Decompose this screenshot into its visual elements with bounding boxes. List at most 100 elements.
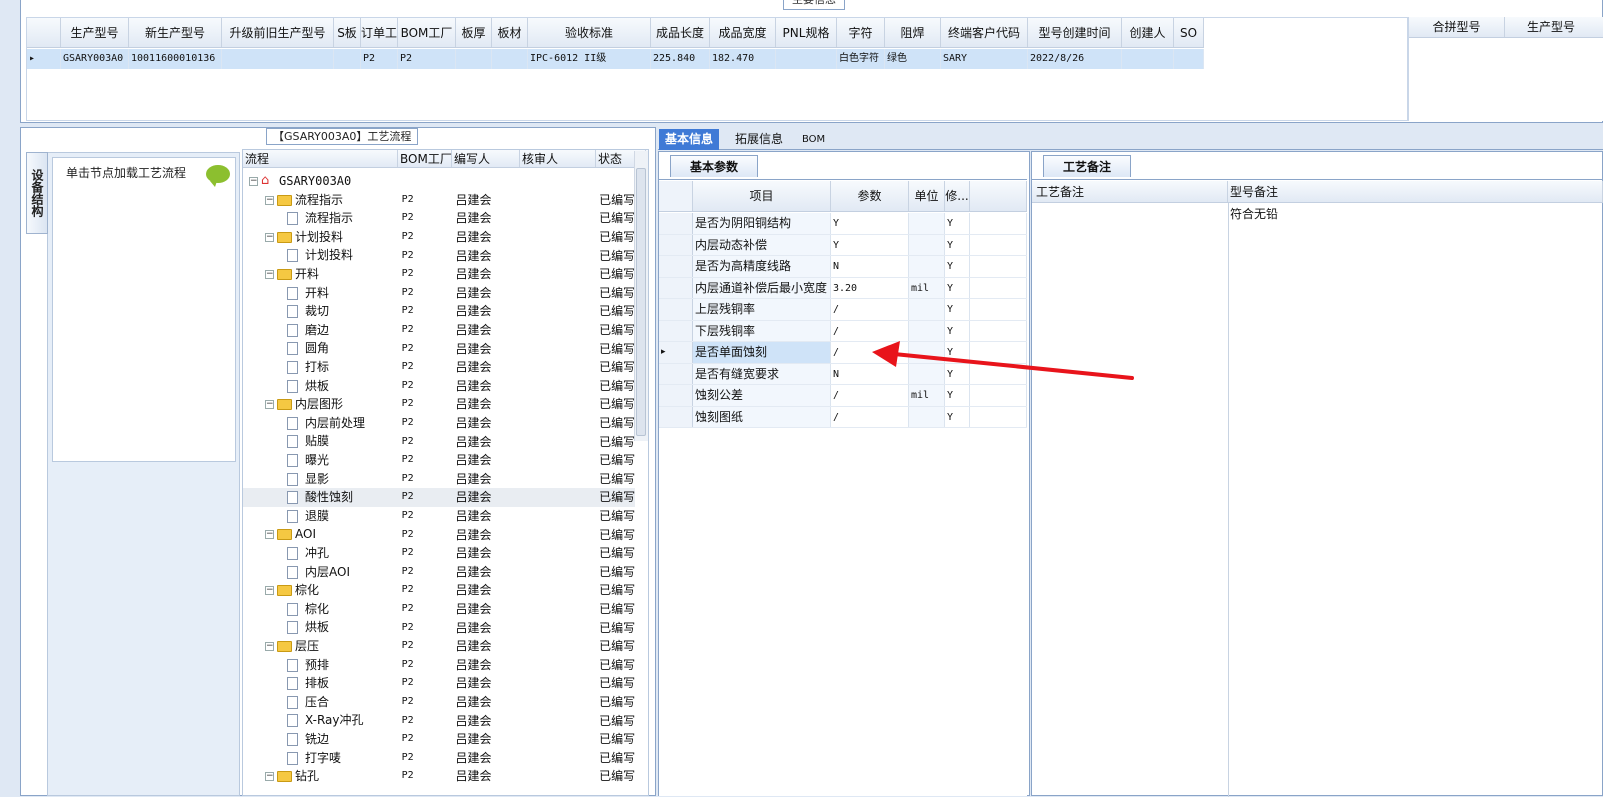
param-modified[interactable]: Y [945,277,970,298]
table-row[interactable]: 是否为阴阳铜结构 Y Y [659,213,1027,235]
param-modified[interactable]: Y [945,256,970,277]
tree-node[interactable]: 冲孔 P2 吕建会 已编写 [243,544,635,563]
collapse-icon[interactable]: − [249,177,258,186]
tree-column-header[interactable]: 流程 [243,150,398,167]
param-value[interactable]: 3.20 [831,277,909,298]
tab-extended-info[interactable]: 拓展信息 [729,129,789,150]
param-item[interactable]: 内层通道补偿后最小宽度 [693,277,831,298]
table-row[interactable]: 蚀刻公差 / mil Y [659,385,1027,407]
param-item[interactable]: 内层动态补偿 [693,234,831,255]
column-header[interactable]: 工艺备注 [1032,181,1228,202]
param-modified[interactable]: Y [945,299,970,320]
param-modified[interactable]: Y [945,406,970,427]
param-value[interactable]: / [831,385,909,406]
param-item[interactable]: 是否有缝宽要求 [693,363,831,384]
param-item[interactable]: 是否为高精度线路 [693,256,831,277]
grid-cell[interactable] [492,49,528,69]
tree-node[interactable]: 酸性蚀刻 P2 吕建会 已编写 [243,488,635,507]
param-value[interactable]: / [831,406,909,427]
tree-node[interactable]: 打标 P2 吕建会 已编写 [243,358,635,377]
tree-node[interactable]: 裁切 P2 吕建会 已编写 [243,302,635,321]
collapse-icon[interactable]: − [265,530,274,540]
param-value[interactable]: / [831,342,909,363]
tree-node[interactable]: 铣边 P2 吕建会 已编写 [243,730,635,749]
collapse-icon[interactable]: − [265,642,274,651]
tree-node[interactable]: − 开料 P2 吕建会 已编写 [243,265,635,284]
tree-node[interactable]: 压合 P2 吕建会 已编写 [243,693,635,712]
param-item[interactable]: 下层残铜率 [693,320,831,341]
column-header[interactable]: 新生产型号 [129,18,222,47]
collapse-icon[interactable]: − [265,772,274,782]
grid-cell[interactable]: 2022/8/26 [1028,49,1122,69]
tree-node[interactable]: − 钻孔 P2 吕建会 已编写 [243,767,635,786]
column-header[interactable]: SO [1174,18,1204,47]
column-header[interactable]: 板厚 [456,18,492,47]
tree-node[interactable]: 开料 P2 吕建会 已编写 [243,284,635,303]
param-value[interactable]: N [831,256,909,277]
tree-node[interactable]: − 计划投料 P2 吕建会 已编写 [243,228,635,247]
tree-column-header[interactable]: BOM工厂 [398,150,452,167]
param-modified[interactable]: Y [945,213,970,234]
tree-node[interactable]: 圆角 P2 吕建会 已编写 [243,339,635,358]
tree-column-header[interactable]: 编写人 [452,150,520,167]
tree-node[interactable]: 流程指示 P2 吕建会 已编写 [243,209,635,228]
param-unit[interactable]: mil [909,385,945,406]
param-value[interactable]: Y [831,213,909,234]
tree-node[interactable]: − 层压 P2 吕建会 已编写 [243,637,635,656]
param-item[interactable]: 是否为阴阳铜结构 [693,213,831,234]
collapse-icon[interactable]: − [265,400,274,410]
param-modified[interactable]: Y [945,234,970,255]
tab-basic-info[interactable]: 基本信息 [659,129,720,150]
param-unit[interactable] [909,299,945,320]
tree-node[interactable]: 预排 P2 吕建会 已编写 [243,656,635,675]
grid-cell[interactable] [776,49,837,69]
tree-node[interactable]: X-Ray冲孔 P2 吕建会 已编写 [243,711,635,730]
tree-node[interactable]: 内层AOI P2 吕建会 已编写 [243,563,635,582]
column-header[interactable]: 阻焊 [885,18,941,47]
column-header[interactable]: 成品长度 [651,18,710,47]
column-header[interactable]: 型号备注 [1228,181,1603,202]
grid-cell[interactable] [1174,49,1204,69]
column-header[interactable]: 型号创建时间 [1028,18,1122,47]
grid-cell[interactable]: GSARY003A0 [61,49,129,69]
table-row[interactable]: 内层通道补偿后最小宽度 3.20 mil Y [659,277,1027,299]
scrollbar-thumb[interactable] [636,168,646,436]
column-header[interactable]: 板材 [492,18,528,47]
column-header[interactable]: 生产型号 [61,18,129,47]
table-row[interactable]: ▸ GSARY003A0 10011600010136 P2 P2 IPC-6012 II… [27,49,1204,69]
param-unit[interactable]: mil [909,277,945,298]
column-header[interactable]: 合拼型号 [1409,17,1505,37]
tab-process-remark[interactable]: 工艺备注 [1043,155,1131,177]
tree-node[interactable]: − 棕化 P2 吕建会 已编写 [243,581,635,600]
tree-node[interactable]: 棕化 P2 吕建会 已编写 [243,600,635,619]
column-header[interactable]: 成品宽度 [710,18,776,47]
table-row[interactable]: 下层残铜率 / Y [659,320,1027,342]
grid-cell[interactable] [1122,49,1174,69]
grid-cell[interactable]: 225.840 [651,49,710,69]
tree-node[interactable]: − ⌂ GSARY003A0 [243,172,635,191]
column-header[interactable]: PNL规格 [776,18,837,47]
column-header[interactable]: 终端客户代码 [941,18,1028,47]
column-header[interactable]: 参数 [831,181,909,211]
param-modified[interactable]: Y [945,320,970,341]
model-remark-text[interactable]: 符合无铅 [1230,205,1278,222]
param-value[interactable]: / [831,299,909,320]
tree-node[interactable]: 贴膜 P2 吕建会 已编写 [243,432,635,451]
column-header[interactable]: 字符 [837,18,885,47]
tree-node[interactable]: − AOI P2 吕建会 已编写 [243,525,635,544]
tree-node[interactable]: 显影 P2 吕建会 已编写 [243,470,635,489]
param-modified[interactable]: Y [945,363,970,384]
grid-cell[interactable]: P2 [398,49,456,69]
tree-node[interactable]: 曝光 P2 吕建会 已编写 [243,451,635,470]
param-item[interactable]: 是否单面蚀刻 [693,342,831,363]
column-header[interactable]: 单位 [909,181,945,211]
column-header[interactable]: BOM工厂 [398,18,456,47]
param-unit[interactable] [909,256,945,277]
tree-node[interactable]: − 内层图形 P2 吕建会 已编写 [243,395,635,414]
process-tree[interactable]: 流程 BOM工厂 编写人 核审人 状态 − ⌂ GSARY003A0− 流程指示 P2 吕建会 已编… [242,149,649,796]
grid-cell[interactable] [222,49,334,69]
param-unit[interactable] [909,363,945,384]
param-unit[interactable] [909,320,945,341]
column-header[interactable]: 升级前旧生产型号 [222,18,334,47]
param-item[interactable]: 蚀刻图纸 [693,406,831,427]
